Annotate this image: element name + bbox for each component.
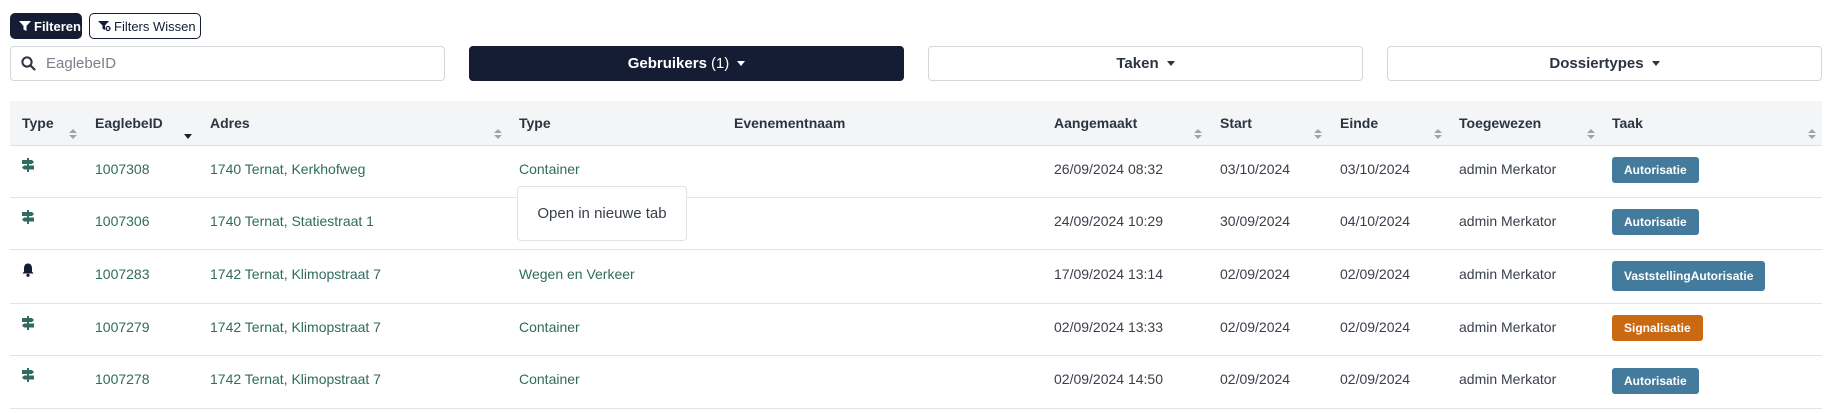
row-address[interactable]: 1742 Ternat, Klimopstraat 7 bbox=[210, 319, 381, 335]
sort-icon[interactable] bbox=[1587, 129, 1595, 141]
row-assigned: admin Merkator bbox=[1459, 319, 1557, 335]
row-end: 02/09/2024 bbox=[1340, 319, 1411, 335]
row-start: 30/09/2024 bbox=[1220, 213, 1291, 229]
row-eaglebeid[interactable]: 1007308 bbox=[95, 161, 150, 177]
column-header-eaglebeid[interactable]: EaglebeID bbox=[95, 101, 163, 145]
bell-icon bbox=[22, 263, 34, 277]
row-type[interactable]: Wegen en Verkeer bbox=[519, 266, 635, 282]
sort-icon[interactable] bbox=[1434, 129, 1442, 141]
row-end: 02/09/2024 bbox=[1340, 266, 1411, 282]
table-row[interactable]: 1007308 1740 Ternat, Kerkhofweg Containe… bbox=[10, 146, 1822, 198]
sort-icon[interactable] bbox=[69, 129, 77, 141]
clear-filters-button[interactable]: Filters Wissen bbox=[89, 13, 201, 39]
column-header-aangemaakt[interactable]: Aangemaakt bbox=[1054, 101, 1137, 145]
row-assigned: admin Merkator bbox=[1459, 266, 1557, 282]
users-dropdown[interactable]: Gebruikers (1) bbox=[469, 46, 904, 81]
sort-desc-icon[interactable] bbox=[184, 129, 192, 141]
filter-button[interactable]: Filteren bbox=[10, 13, 82, 39]
context-menu: Open in nieuwe tab bbox=[517, 186, 687, 241]
caret-down-icon bbox=[1166, 61, 1175, 66]
row-assigned: admin Merkator bbox=[1459, 161, 1557, 177]
row-address[interactable]: 1740 Ternat, Statiestraat 1 bbox=[210, 213, 374, 229]
column-header-evenementnaam[interactable]: Evenementnaam bbox=[734, 101, 845, 145]
dossiertypes-dropdown[interactable]: Dossiertypes bbox=[1387, 46, 1822, 81]
search-box bbox=[10, 46, 445, 81]
filter-clear-icon bbox=[98, 21, 111, 32]
task-badge[interactable]: Autorisatie bbox=[1612, 157, 1699, 183]
row-end: 02/09/2024 bbox=[1340, 371, 1411, 387]
sort-icon[interactable] bbox=[1314, 129, 1322, 141]
row-address[interactable]: 1742 Ternat, Klimopstraat 7 bbox=[210, 371, 381, 387]
row-eaglebeid[interactable]: 1007283 bbox=[95, 266, 150, 282]
context-menu-item-open-new-tab[interactable]: Open in nieuwe tab bbox=[537, 205, 666, 222]
row-eaglebeid[interactable]: 1007278 bbox=[95, 371, 150, 387]
column-header-dossier-type[interactable]: Type bbox=[519, 101, 551, 145]
row-created: 02/09/2024 13:33 bbox=[1054, 319, 1163, 335]
row-created: 26/09/2024 08:32 bbox=[1054, 161, 1163, 177]
sort-icon[interactable] bbox=[494, 129, 502, 141]
search-icon bbox=[21, 56, 36, 71]
filter-icon bbox=[19, 21, 31, 31]
column-header-start[interactable]: Start bbox=[1220, 101, 1252, 145]
dossiertypes-dropdown-label: Dossiertypes bbox=[1549, 55, 1644, 72]
tasks-dropdown[interactable]: Taken bbox=[928, 46, 1363, 81]
column-header-toegewezen[interactable]: Toegewezen bbox=[1459, 101, 1541, 145]
row-created: 17/09/2024 13:14 bbox=[1054, 266, 1163, 282]
column-header-adres[interactable]: Adres bbox=[210, 101, 250, 145]
row-start: 02/09/2024 bbox=[1220, 319, 1291, 335]
row-assigned: admin Merkator bbox=[1459, 371, 1557, 387]
row-type[interactable]: Container bbox=[519, 319, 580, 335]
signpost-icon bbox=[22, 368, 34, 382]
filter-button-label: Filteren bbox=[34, 18, 81, 34]
row-start: 02/09/2024 bbox=[1220, 371, 1291, 387]
caret-down-icon bbox=[1651, 61, 1660, 66]
table-row[interactable]: 1007279 1742 Ternat, Klimopstraat 7 Cont… bbox=[10, 304, 1822, 356]
table-row[interactable]: 1007278 1742 Ternat, Klimopstraat 7 Cont… bbox=[10, 356, 1822, 409]
row-eaglebeid[interactable]: 1007279 bbox=[95, 319, 150, 335]
column-header-einde[interactable]: Einde bbox=[1340, 101, 1378, 145]
caret-down-icon bbox=[737, 61, 746, 66]
row-assigned: admin Merkator bbox=[1459, 213, 1557, 229]
task-badge[interactable]: Autorisatie bbox=[1612, 209, 1699, 235]
task-badge[interactable]: Autorisatie bbox=[1612, 368, 1699, 394]
users-count: (1) bbox=[710, 55, 730, 72]
clear-filters-label: Filters Wissen bbox=[114, 18, 196, 34]
column-header-type[interactable]: Type bbox=[22, 101, 54, 145]
search-input[interactable] bbox=[44, 54, 428, 73]
tasks-dropdown-label: Taken bbox=[1116, 55, 1159, 72]
row-eaglebeid[interactable]: 1007306 bbox=[95, 213, 150, 229]
table-row[interactable]: 1007283 1742 Ternat, Klimopstraat 7 Wege… bbox=[10, 250, 1822, 304]
sort-icon[interactable] bbox=[1194, 129, 1202, 141]
sort-icon[interactable] bbox=[1808, 129, 1816, 141]
row-address[interactable]: 1742 Ternat, Klimopstraat 7 bbox=[210, 266, 381, 282]
signpost-icon bbox=[22, 210, 34, 224]
row-created: 24/09/2024 10:29 bbox=[1054, 213, 1163, 229]
row-start: 02/09/2024 bbox=[1220, 266, 1291, 282]
task-badge[interactable]: Signalisatie bbox=[1612, 315, 1703, 341]
table-row[interactable]: 1007306 1740 Ternat, Statiestraat 1 24/0… bbox=[10, 198, 1822, 250]
users-dropdown-label: Gebruikers bbox=[627, 55, 707, 72]
row-type[interactable]: Container bbox=[519, 371, 580, 387]
table-header: Type EaglebeID Adres Type Evenementnaam … bbox=[10, 101, 1822, 146]
column-header-taak[interactable]: Taak bbox=[1612, 101, 1643, 145]
row-address[interactable]: 1740 Ternat, Kerkhofweg bbox=[210, 161, 365, 177]
task-badge[interactable]: VaststellingAutorisatie bbox=[1612, 261, 1766, 291]
row-end: 04/10/2024 bbox=[1340, 213, 1411, 229]
signpost-icon bbox=[22, 316, 34, 330]
row-end: 03/10/2024 bbox=[1340, 161, 1411, 177]
row-type[interactable]: Container bbox=[519, 161, 580, 177]
row-start: 03/10/2024 bbox=[1220, 161, 1291, 177]
row-created: 02/09/2024 14:50 bbox=[1054, 371, 1163, 387]
signpost-icon bbox=[22, 158, 34, 172]
